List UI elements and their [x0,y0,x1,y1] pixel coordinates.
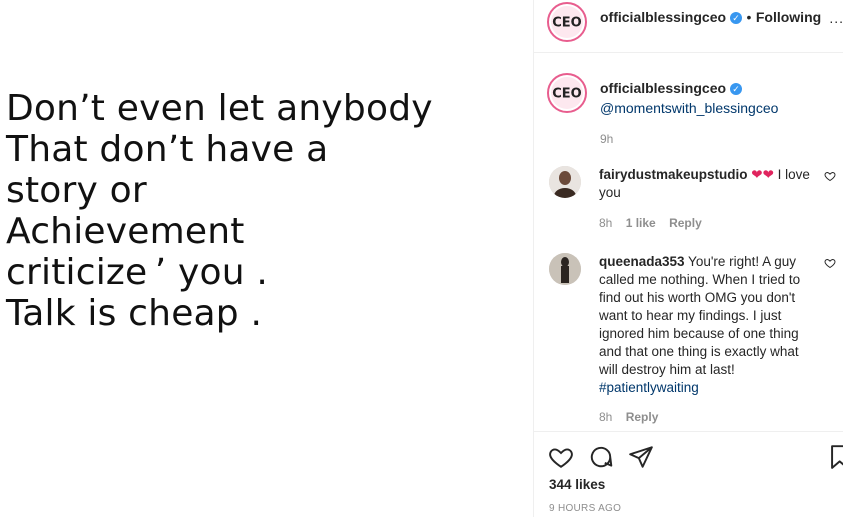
comment-time[interactable]: 8h [599,410,612,424]
comment-item: fairydustmakeupstudio ❤❤ I love you 8h 1… [549,166,836,236]
comment-meta: 8h 1 like Reply [599,216,702,230]
comment-icon[interactable] [588,444,614,470]
comment-item: queenada353 You're right! A guy called m… [549,253,836,428]
heart-icon[interactable] [548,444,574,470]
like-comment-heart-icon[interactable] [824,170,836,182]
comment-likes[interactable]: 1 like [626,216,656,230]
comment-text: fairydustmakeupstudio ❤❤ I love you [599,166,811,202]
more-icon[interactable]: ... [829,10,843,26]
comment-time[interactable]: 8h [599,216,612,230]
caption-username[interactable]: officialblessingceo [600,80,726,96]
post-header: CEO officialblessingceo ✓ • Following ... [534,0,843,53]
post-side-panel: CEO officialblessingceo ✓ • Following ...… [533,0,843,517]
comment-username[interactable]: fairydustmakeupstudio [599,167,748,182]
commenter-avatar[interactable] [549,166,581,198]
commenter-avatar[interactable] [549,253,581,285]
verified-badge-icon: ✓ [730,83,743,95]
comment-body: You're right! A guy called me nothing. W… [599,254,801,377]
quote-line: Achievement [6,211,245,252]
post-actions: 344 likes 9 HOURS AGO [534,431,843,517]
verified-badge-icon: ✓ [730,12,743,24]
quote-line: Talk is cheap . [6,293,263,334]
comment-reply-button[interactable]: Reply [626,410,659,424]
profile-avatar[interactable]: CEO [547,2,587,42]
quote-line: Don’t even let anybody [6,88,433,129]
like-comment-heart-icon[interactable] [824,257,836,269]
caption-time[interactable]: 9h [600,132,830,146]
comment-meta: 8h Reply [599,410,658,424]
share-icon[interactable] [628,444,654,470]
heart-emoji: ❤❤ [751,167,774,182]
header-username[interactable]: officialblessingceo [600,9,726,25]
post-quote-text: Don’t even let anybody That don’t have a… [6,88,433,334]
post-image[interactable]: Don’t even let anybody That don’t have a… [0,0,533,517]
header-user-line: officialblessingceo ✓ • Following [600,9,821,27]
comment-text: queenada353 You're right! A guy called m… [599,253,811,397]
caption: officialblessingceo ✓ @momentswith_blessi… [600,80,830,146]
following-button[interactable]: Following [756,9,821,25]
quote-line: story or [6,170,147,211]
logo-text: CEO [552,15,582,31]
likes-count[interactable]: 344 likes [549,477,605,492]
post-timestamp[interactable]: 9 HOURS AGO [549,503,621,514]
comment-hashtag-link[interactable]: #patientlywaiting [599,380,699,395]
save-icon[interactable] [831,444,843,470]
caption-mention-link[interactable]: @momentswith_blessingceo [600,100,830,116]
comment-reply-button[interactable]: Reply [669,216,702,230]
logo-text: CEO [552,86,582,102]
quote-line: criticize ’ you . [6,252,269,293]
quote-line: That don’t have a [6,129,329,170]
separator-dot: • [746,9,752,25]
comment-username[interactable]: queenada353 [599,254,685,269]
caption-avatar[interactable]: CEO [547,73,587,113]
